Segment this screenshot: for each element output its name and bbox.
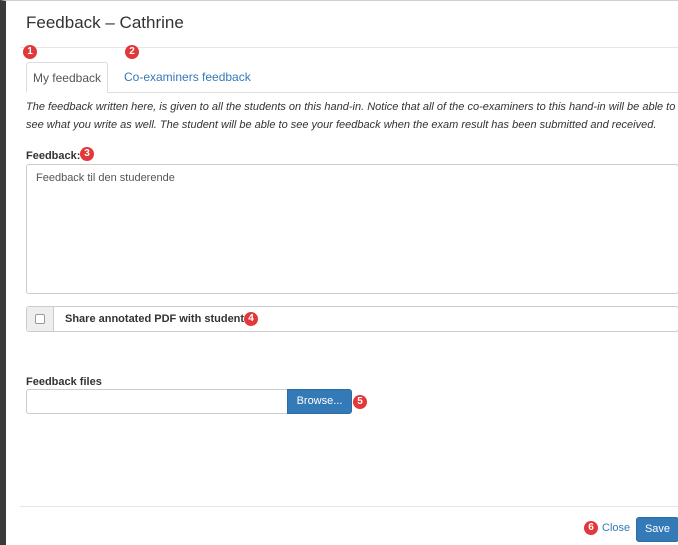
annotation-badge-5: 5 [353,395,367,409]
feedback-label: Feedback: [26,150,81,162]
share-pdf-label: Share annotated PDF with student [65,313,245,325]
annotation-badge-1: 1 [23,45,37,59]
annotation-badge-3: 3 [80,147,94,161]
browse-button[interactable]: Browse... [287,389,352,414]
header-divider [20,47,678,48]
modal-title: Feedback – Cathrine [26,13,184,32]
save-button[interactable]: Save [636,517,678,542]
info-text: The feedback written here, is given to a… [26,101,676,131]
annotation-badge-4: 4 [244,312,258,326]
annotation-badge-6: 6 [584,521,598,535]
annotation-badge-2: 2 [125,45,139,59]
checkbox-addon [27,307,54,331]
modal-window: Feedback – Cathrine 1 2 My feedback Co-e… [0,0,678,545]
tab-co-examiners-feedback[interactable]: Co-examiners feedback [124,62,251,93]
feedback-textarea[interactable]: Feedback til den studerende [26,164,678,294]
tab-my-feedback[interactable]: My feedback [26,62,108,93]
share-pdf-row: Share annotated PDF with student [26,306,678,332]
feedback-files-input[interactable] [26,389,288,414]
share-pdf-checkbox[interactable] [35,314,45,324]
close-link[interactable]: Close [602,522,630,534]
feedback-files-label: Feedback files [26,376,102,388]
footer-divider [20,506,678,507]
